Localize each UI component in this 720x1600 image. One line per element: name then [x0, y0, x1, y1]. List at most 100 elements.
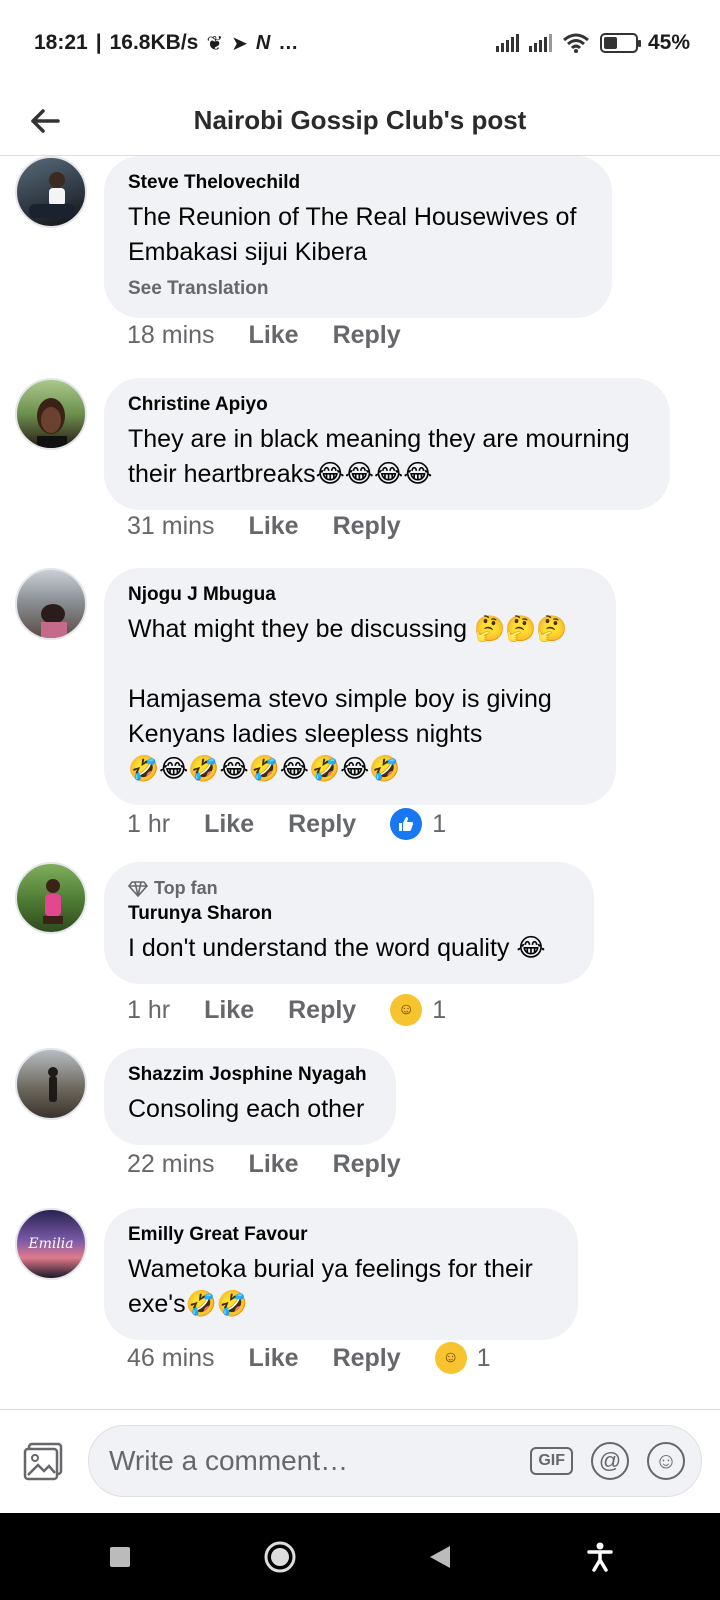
comment-item: Emilia Emilly Great Favour Wametoka buri…: [0, 1208, 720, 1398]
status-left: 18:21 | 16.8KB/s ❦ ➤ N …: [34, 31, 298, 56]
status-right: 45%: [495, 31, 690, 55]
like-button[interactable]: Like: [204, 996, 254, 1025]
top-fan-label: Top fan: [154, 878, 218, 898]
mention-button[interactable]: @: [591, 1442, 629, 1480]
comment-text: What might they be discussing 🤔🤔🤔 Hamjas…: [128, 615, 568, 783]
like-button[interactable]: Like: [249, 321, 299, 350]
avatar-photo: [41, 604, 67, 638]
reply-button[interactable]: Reply: [288, 810, 356, 839]
photo-button[interactable]: [0, 1442, 88, 1482]
wifi-icon: [563, 33, 589, 53]
comment-author[interactable]: Emilly Great Favour: [128, 1224, 554, 1246]
status-bar: 18:21 | 16.8KB/s ❦ ➤ N … 45%: [0, 0, 720, 86]
comment-time[interactable]: 46 mins: [127, 1344, 215, 1373]
comment-time[interactable]: 18 mins: [127, 321, 215, 350]
signal-icon: [495, 34, 519, 52]
like-button[interactable]: Like: [249, 1150, 299, 1179]
comment-input[interactable]: Write a comment… GIF @ ☺: [88, 1425, 702, 1497]
avatar[interactable]: [15, 156, 87, 228]
comment-actions: 31 mins Like Reply: [127, 512, 435, 541]
comment-time[interactable]: 22 mins: [127, 1150, 215, 1179]
haha-reaction-icon: ☺: [434, 1342, 467, 1374]
more-notifications-icon: …: [278, 31, 299, 54]
like-button[interactable]: Like: [249, 1344, 299, 1373]
comment-bubble: Emilly Great Favour Wametoka burial ya f…: [104, 1208, 578, 1340]
home-button[interactable]: [250, 1527, 310, 1587]
reply-button[interactable]: Reply: [333, 1344, 401, 1373]
like-button[interactable]: Like: [249, 512, 299, 541]
netflix-icon: N: [255, 31, 271, 54]
back-arrow-icon: [31, 108, 60, 133]
comment-time[interactable]: 31 mins: [127, 512, 215, 541]
haha-reaction-icon: ☺: [390, 994, 423, 1026]
reaction-summary[interactable]: ☺ 1: [390, 994, 446, 1026]
comment-author[interactable]: Shazzim Josphine Nyagah: [128, 1064, 372, 1086]
comment-actions: 1 hr Like Reply 1: [127, 808, 446, 840]
comment-text: Consoling each other: [128, 1095, 365, 1123]
emoji-button[interactable]: ☺: [647, 1442, 685, 1480]
accessibility-button[interactable]: [570, 1527, 630, 1587]
reply-button[interactable]: Reply: [333, 1150, 401, 1179]
back-button[interactable]: [0, 86, 90, 156]
see-translation-link[interactable]: See Translation: [128, 278, 588, 300]
comment-bubble: Shazzim Josphine Nyagah Consoling each o…: [104, 1048, 396, 1145]
like-reaction-icon: [390, 808, 423, 840]
comment-input-placeholder: Write a comment…: [109, 1445, 349, 1476]
comments-list: Steve Thelovechild The Reunion of The Re…: [0, 156, 720, 1409]
network-speed: 16.8KB/s: [109, 31, 199, 54]
comment-bubble: Christine Apiyo They are in black meanin…: [104, 378, 670, 510]
post-header: Nairobi Gossip Club's post: [0, 86, 720, 156]
comment-composer: Write a comment… GIF @ ☺: [0, 1409, 720, 1513]
comment-text: I don't understand the word quality 😂: [128, 934, 546, 962]
reaction-summary[interactable]: ☺ 1: [434, 1342, 491, 1374]
comment-author[interactable]: Christine Apiyo: [128, 394, 646, 416]
diamond-icon: [128, 880, 148, 897]
avatar[interactable]: [15, 862, 87, 934]
avatar-label: Emilia: [28, 1236, 74, 1252]
avatar-photo: [48, 1067, 58, 1102]
comment-item: Shazzim Josphine Nyagah Consoling each o…: [0, 1048, 720, 1198]
recents-button[interactable]: [90, 1527, 150, 1587]
comment-item: Steve Thelovechild The Reunion of The Re…: [0, 156, 720, 366]
gif-button[interactable]: GIF: [530, 1447, 573, 1475]
accessibility-icon: [587, 1542, 613, 1572]
photo-icon: [23, 1442, 63, 1480]
telegram-icon: ➤: [231, 32, 248, 55]
signal-icon-2: [528, 34, 552, 52]
comment-actions: 18 mins Like Reply: [127, 321, 435, 350]
bird-icon: ❦: [206, 32, 224, 55]
comment-author[interactable]: Njogu J Mbugua: [128, 584, 592, 606]
comment-time[interactable]: 1 hr: [127, 810, 170, 839]
comment-bubble: Njogu J Mbugua What might they be discus…: [104, 568, 616, 805]
comment-time[interactable]: 1 hr: [127, 996, 170, 1025]
home-circle-icon: [264, 1541, 296, 1572]
comment-text: The Reunion of The Real Housewives of Em…: [128, 203, 577, 266]
back-nav-button[interactable]: [410, 1527, 470, 1587]
avatar-photo: [29, 172, 75, 218]
back-triangle-icon: [430, 1545, 450, 1568]
status-separator: |: [95, 31, 102, 54]
avatar[interactable]: [15, 378, 87, 450]
reaction-count: 1: [476, 1343, 491, 1372]
reaction-count: 1: [432, 809, 447, 838]
comment-bubble: Steve Thelovechild The Reunion of The Re…: [104, 156, 612, 318]
reaction-summary[interactable]: 1: [390, 808, 446, 840]
composer-tools: GIF @ ☺: [530, 1442, 685, 1480]
comment-actions: 46 mins Like Reply ☺ 1: [127, 1342, 491, 1374]
comment-item: Christine Apiyo They are in black meanin…: [0, 378, 720, 558]
avatar[interactable]: [15, 568, 87, 640]
top-fan-badge: Top fan: [128, 878, 570, 899]
comment-item: Njogu J Mbugua What might they be discus…: [0, 568, 720, 858]
comment-author[interactable]: Steve Thelovechild: [128, 172, 588, 194]
avatar-photo: [43, 879, 63, 924]
like-button[interactable]: Like: [204, 810, 254, 839]
comment-text: They are in black meaning they are mourn…: [128, 425, 630, 488]
reply-button[interactable]: Reply: [288, 996, 356, 1025]
reply-button[interactable]: Reply: [333, 512, 401, 541]
reply-button[interactable]: Reply: [333, 321, 401, 350]
comment-bubble: Top fan Turunya Sharon I don't understan…: [104, 862, 594, 984]
avatar[interactable]: [15, 1048, 87, 1120]
comment-text: Wametoka burial ya feelings for their ex…: [128, 1255, 533, 1318]
comment-author[interactable]: Turunya Sharon: [128, 903, 570, 925]
avatar[interactable]: Emilia: [15, 1208, 87, 1280]
